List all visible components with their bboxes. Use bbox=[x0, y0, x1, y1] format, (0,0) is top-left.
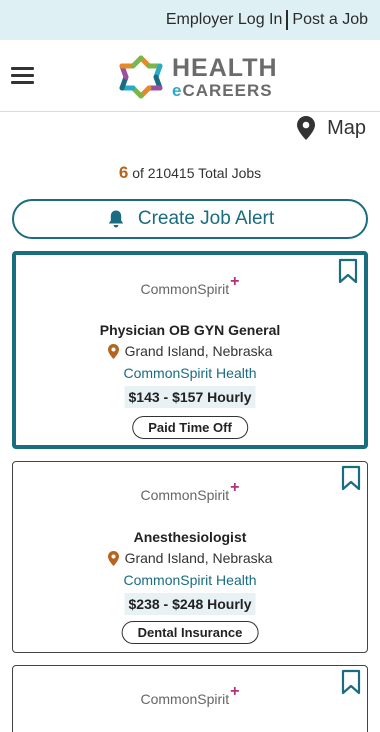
company-logo: CommonSpirit+ bbox=[140, 683, 240, 707]
logo-text: HEALTH eCAREERS bbox=[172, 53, 278, 100]
site-logo[interactable]: HEALTH eCAREERS bbox=[116, 51, 278, 103]
top-links: Employer Log In Post a Job bbox=[166, 10, 368, 30]
job-location: Grand Island, Nebraska bbox=[16, 343, 364, 359]
logo-line-2: eCAREERS bbox=[172, 80, 273, 100]
job-card[interactable]: CommonSpirit+ bbox=[12, 665, 368, 732]
job-location: Grand Island, Nebraska bbox=[13, 550, 367, 566]
job-benefit-badge: Dental Insurance bbox=[121, 621, 259, 644]
site-header: HEALTH eCAREERS bbox=[0, 40, 380, 112]
job-pay: $238 - $248 Hourly bbox=[124, 593, 256, 615]
location-pin-icon bbox=[107, 343, 119, 359]
company-logo: CommonSpirit+ bbox=[140, 273, 240, 297]
job-pay: $143 - $157 Hourly bbox=[124, 386, 256, 408]
create-job-alert-label: Create Job Alert bbox=[137, 208, 275, 229]
hamburger-menu-icon[interactable] bbox=[11, 67, 34, 85]
job-company[interactable]: CommonSpirit Health bbox=[16, 365, 364, 381]
company-logo: CommonSpirit+ bbox=[140, 479, 240, 503]
link-separator bbox=[286, 10, 289, 30]
logo-mark-icon bbox=[119, 55, 163, 99]
create-job-alert-button[interactable]: Create Job Alert bbox=[12, 199, 368, 239]
results-number: 6 bbox=[118, 163, 129, 182]
map-pin-icon bbox=[297, 116, 316, 140]
logo-line-1: HEALTH bbox=[172, 53, 278, 82]
job-benefit-badge: Paid Time Off bbox=[132, 416, 248, 439]
bell-icon bbox=[108, 210, 124, 228]
job-card[interactable]: CommonSpirit+ Physician OB GYN General G… bbox=[12, 251, 368, 449]
job-card[interactable]: CommonSpirit+ Anesthesiologist Grand Isl… bbox=[12, 461, 368, 653]
results-total-text: of 210415 Total Jobs bbox=[132, 165, 262, 181]
employer-login-link[interactable]: Employer Log In bbox=[166, 11, 283, 29]
post-job-link[interactable]: Post a Job bbox=[292, 11, 368, 29]
job-title[interactable]: Anesthesiologist bbox=[13, 529, 367, 545]
job-title[interactable]: Physician OB GYN General bbox=[16, 322, 364, 338]
location-pin-icon bbox=[107, 550, 119, 566]
map-label: Map bbox=[327, 116, 366, 139]
results-count: 6 of 210415 Total Jobs bbox=[0, 163, 380, 183]
job-company[interactable]: CommonSpirit Health bbox=[13, 572, 367, 588]
map-link[interactable]: Map bbox=[297, 116, 366, 140]
top-utility-bar: Employer Log In Post a Job bbox=[0, 0, 380, 40]
